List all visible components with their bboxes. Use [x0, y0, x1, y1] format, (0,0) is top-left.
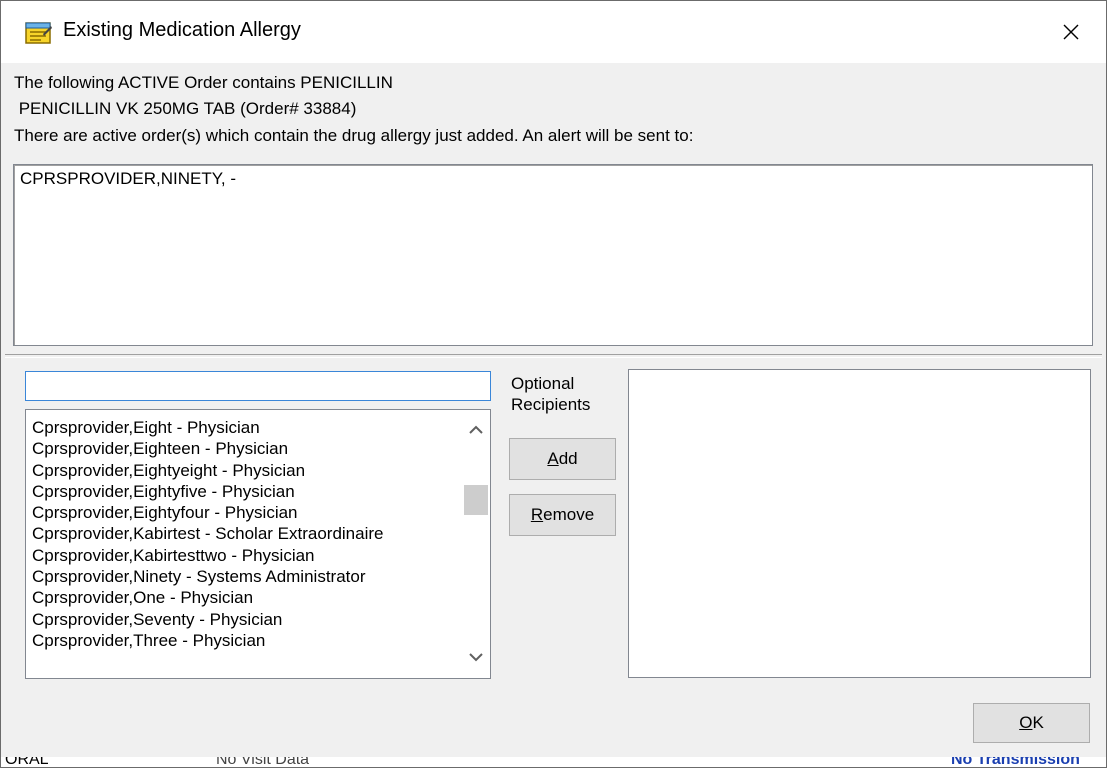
- provider-list-item[interactable]: Cprsprovider,Eight - Physician: [32, 417, 383, 438]
- title-bar[interactable]: Existing Medication Allergy: [1, 1, 1106, 63]
- ok-button[interactable]: OK: [973, 703, 1090, 743]
- provider-list-item[interactable]: Cprsprovider,Ninety - Systems Administra…: [32, 566, 383, 587]
- scroll-thumb[interactable]: [464, 485, 488, 515]
- provider-list-item[interactable]: Cprsprovider,Kabirtesttwo - Physician: [32, 545, 383, 566]
- add-button[interactable]: Add: [509, 438, 616, 480]
- provider-list-item[interactable]: Cprsprovider,Kabirtest - Scholar Extraor…: [32, 523, 383, 544]
- provider-listbox[interactable]: Cprsprovider,Eight - Physician Cprsprovid…: [25, 409, 491, 679]
- scroll-down-icon[interactable]: [469, 653, 483, 663]
- existing-medication-allergy-dialog: Existing Medication Allergy The followin…: [0, 0, 1107, 768]
- status-middle-text: No Visit Data: [216, 757, 310, 768]
- background-status-strip: ORAL No Visit Data No Transmission: [1, 757, 1106, 768]
- provider-list-item[interactable]: Cprsprovider,Eightyfive - Physician: [32, 481, 383, 502]
- optional-recipients-list[interactable]: [628, 369, 1091, 678]
- provider-list-item[interactable]: Cprsprovider,Eighteen - Physician: [32, 438, 383, 459]
- close-icon: [1063, 24, 1079, 40]
- provider-search-input[interactable]: [25, 371, 491, 401]
- message-line-1: The following ACTIVE Order contains PENI…: [14, 73, 393, 92]
- provider-list-scrollbar[interactable]: [462, 410, 490, 678]
- provider-list-item[interactable]: Cprsprovider,Three - Physician: [32, 630, 383, 651]
- optional-recipients-label: Optional Recipients: [511, 374, 591, 414]
- close-button[interactable]: [1036, 1, 1106, 63]
- alert-recipient-item: CPRSPROVIDER,NINETY, -: [20, 169, 237, 188]
- status-left-text: ORAL: [5, 757, 49, 768]
- provider-list-item[interactable]: Cprsprovider,Eightyeight - Physician: [32, 460, 383, 481]
- provider-list-item[interactable]: Cprsprovider,Seventy - Physician: [32, 609, 383, 630]
- alert-recipients-box[interactable]: CPRSPROVIDER,NINETY, -: [13, 164, 1093, 346]
- window-title: Existing Medication Allergy: [63, 19, 301, 41]
- notepad-icon: [25, 22, 52, 44]
- status-right-text: No Transmission: [951, 757, 1080, 768]
- scroll-up-icon[interactable]: [469, 424, 483, 434]
- provider-list-item[interactable]: Cprsprovider,Eightyfour - Physician: [32, 502, 383, 523]
- remove-button[interactable]: Remove: [509, 494, 616, 536]
- panel-splitter[interactable]: [5, 354, 1102, 358]
- provider-list-items: Cprsprovider,Eight - Physician Cprsprovid…: [32, 417, 383, 651]
- message-line-3: There are active order(s) which contain …: [14, 126, 694, 145]
- message-line-2: PENICILLIN VK 250MG TAB (Order# 33884): [14, 99, 357, 118]
- provider-list-item[interactable]: Cprsprovider,One - Physician: [32, 587, 383, 608]
